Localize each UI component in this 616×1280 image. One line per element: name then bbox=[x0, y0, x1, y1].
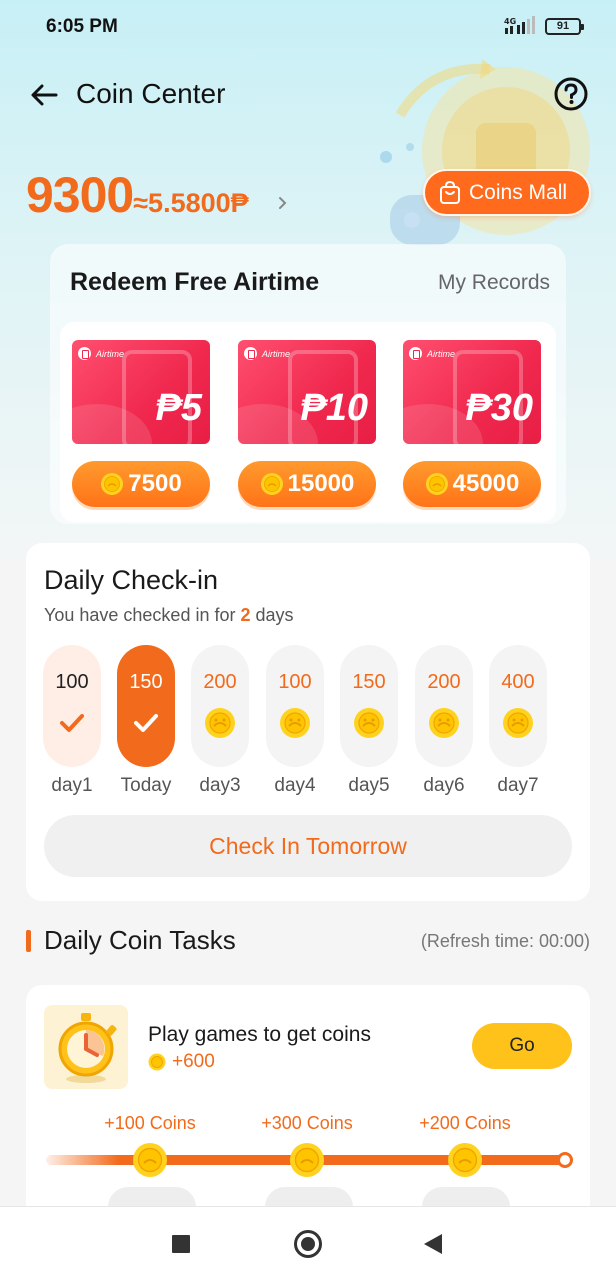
checkin-day-reward: 150 bbox=[352, 671, 386, 693]
checkin-day-reward: 200 bbox=[203, 671, 237, 693]
coin-balance-value: 9300 bbox=[26, 167, 134, 223]
redeem-price: 45000 bbox=[452, 470, 520, 497]
coin-icon bbox=[101, 473, 124, 495]
checkin-day-reward: 200 bbox=[427, 671, 461, 693]
top-bar: Coin Center bbox=[0, 70, 616, 120]
airtime-amount: ₱5 bbox=[155, 387, 202, 429]
checkin-day: 200 day6 bbox=[415, 645, 473, 797]
airtime-logo-icon bbox=[78, 347, 91, 360]
checkmark-icon bbox=[134, 714, 158, 732]
section-accent-bar bbox=[26, 930, 31, 952]
checkin-day-reward: 150 bbox=[129, 671, 163, 693]
daily-tasks-header: Daily Coin Tasks (Refresh time: 00:00) bbox=[26, 922, 590, 962]
coin-icon bbox=[260, 473, 283, 495]
redeem-price: 7500 bbox=[128, 470, 182, 497]
milestone-label: +300 Coins bbox=[261, 1113, 353, 1133]
airtime-card[interactable]: Airtime ₱5 bbox=[72, 340, 210, 444]
checkin-days-count: 2 bbox=[240, 605, 251, 625]
coin-icon bbox=[148, 1053, 166, 1071]
checkin-day-label: day4 bbox=[274, 775, 316, 796]
milestone-coin-icon bbox=[448, 1143, 482, 1177]
milestone-label: +200 Coins bbox=[419, 1113, 511, 1133]
checkin-subtitle: You have checked in for 2 days bbox=[44, 605, 294, 625]
battery-icon: 91 bbox=[545, 18, 584, 35]
milestone-coin-icon bbox=[133, 1143, 167, 1177]
checkin-day: 100 day4 bbox=[266, 645, 324, 797]
airtime-tag: Airtime bbox=[96, 348, 125, 359]
refresh-time: (Refresh time: 00:00) bbox=[420, 931, 590, 951]
check-in-tomorrow-button[interactable]: Check In Tomorrow bbox=[44, 815, 572, 877]
redeem-title: Redeem Free Airtime bbox=[70, 268, 320, 296]
page-title: Coin Center bbox=[76, 78, 226, 109]
checkin-day-reward: 100 bbox=[55, 671, 89, 693]
airtime-amount: ₱30 bbox=[465, 387, 533, 429]
milestone-label: +100 Coins bbox=[104, 1113, 196, 1133]
recents-icon[interactable] bbox=[172, 1235, 190, 1253]
checkin-day-reward: 100 bbox=[278, 671, 312, 693]
coins-mall-button[interactable]: Coins Mall bbox=[423, 169, 591, 216]
checkin-day-label: day5 bbox=[348, 775, 390, 796]
airtime-card[interactable]: Airtime ₱30 bbox=[403, 340, 541, 444]
checkin-day-label: day1 bbox=[51, 775, 93, 796]
back-arrow-icon[interactable] bbox=[28, 80, 60, 110]
progress-end-marker bbox=[557, 1152, 573, 1168]
task-reward-value: +600 bbox=[172, 1051, 215, 1072]
coins-mall-label: Coins Mall bbox=[469, 180, 568, 204]
coin-balance-equivalent: ≈5.5800₱ bbox=[133, 188, 249, 218]
checkin-day: 400 day7 bbox=[489, 645, 547, 797]
stopwatch-icon bbox=[58, 1013, 117, 1083]
redeem-options: Airtime ₱5 7500 Airtime ₱10 15000 Airtim… bbox=[60, 322, 556, 522]
svg-text:4G: 4G bbox=[504, 17, 516, 26]
checkin-day-label: day7 bbox=[497, 775, 539, 796]
signal-icon: 4G bbox=[504, 16, 535, 34]
daily-tasks-title: Daily Coin Tasks bbox=[44, 925, 236, 955]
redeem-price-button[interactable]: 15000 bbox=[238, 461, 376, 507]
milestone-coin-icon bbox=[290, 1143, 324, 1177]
coin-icon bbox=[205, 708, 235, 738]
status-time: 6:05 PM bbox=[46, 16, 118, 37]
checkin-day-label: day3 bbox=[199, 775, 241, 796]
checkin-day: 100 day1 bbox=[43, 645, 101, 797]
my-records-link[interactable]: My Records bbox=[438, 271, 550, 295]
airtime-logo-icon bbox=[409, 347, 422, 360]
back-icon[interactable] bbox=[424, 1234, 442, 1254]
daily-checkin-card: Daily Check-in You have checked in for 2… bbox=[26, 543, 590, 901]
go-button[interactable]: Go bbox=[472, 1023, 572, 1069]
airtime-tag: Airtime bbox=[427, 348, 456, 359]
system-nav-bar bbox=[0, 1206, 616, 1280]
airtime-tag: Airtime bbox=[262, 348, 291, 359]
coin-icon bbox=[429, 708, 459, 738]
checkmark-icon bbox=[60, 714, 84, 732]
checkin-day-label: day6 bbox=[423, 775, 465, 796]
chevron-right-icon[interactable] bbox=[276, 192, 290, 214]
redeem-price: 15000 bbox=[287, 470, 355, 497]
coin-icon bbox=[503, 708, 533, 738]
redeem-airtime-card: Redeem Free Airtime My Records Airtime ₱… bbox=[50, 244, 566, 524]
airtime-logo-icon bbox=[244, 347, 257, 360]
help-icon[interactable] bbox=[553, 76, 589, 112]
status-bar: 6:05 PM 4G 91 bbox=[0, 0, 616, 54]
checkin-day: 200 day3 bbox=[191, 645, 249, 797]
checkin-day: 150 day5 bbox=[340, 645, 398, 797]
airtime-card[interactable]: Airtime ₱10 bbox=[238, 340, 376, 444]
checkin-title: Daily Check-in bbox=[44, 565, 219, 595]
checkin-day-label: Today bbox=[120, 775, 172, 796]
redeem-price-button[interactable]: 7500 bbox=[72, 461, 210, 507]
shopping-bag-icon bbox=[440, 180, 460, 204]
task-reward: +600 bbox=[148, 1051, 215, 1073]
redeem-price-button[interactable]: 45000 bbox=[403, 461, 541, 507]
coin-icon bbox=[354, 708, 384, 738]
coin-icon bbox=[425, 473, 448, 495]
coin-icon bbox=[280, 708, 310, 738]
checkin-day-reward: 400 bbox=[501, 671, 535, 693]
coin-balance[interactable]: 9300≈5.5800₱ bbox=[26, 166, 249, 224]
checkin-day-today: 150 Today bbox=[117, 645, 175, 797]
task-name: Play games to get coins bbox=[148, 1023, 371, 1046]
airtime-amount: ₱10 bbox=[300, 387, 368, 429]
task-thumbnail bbox=[44, 1005, 128, 1089]
home-icon[interactable] bbox=[294, 1230, 322, 1258]
